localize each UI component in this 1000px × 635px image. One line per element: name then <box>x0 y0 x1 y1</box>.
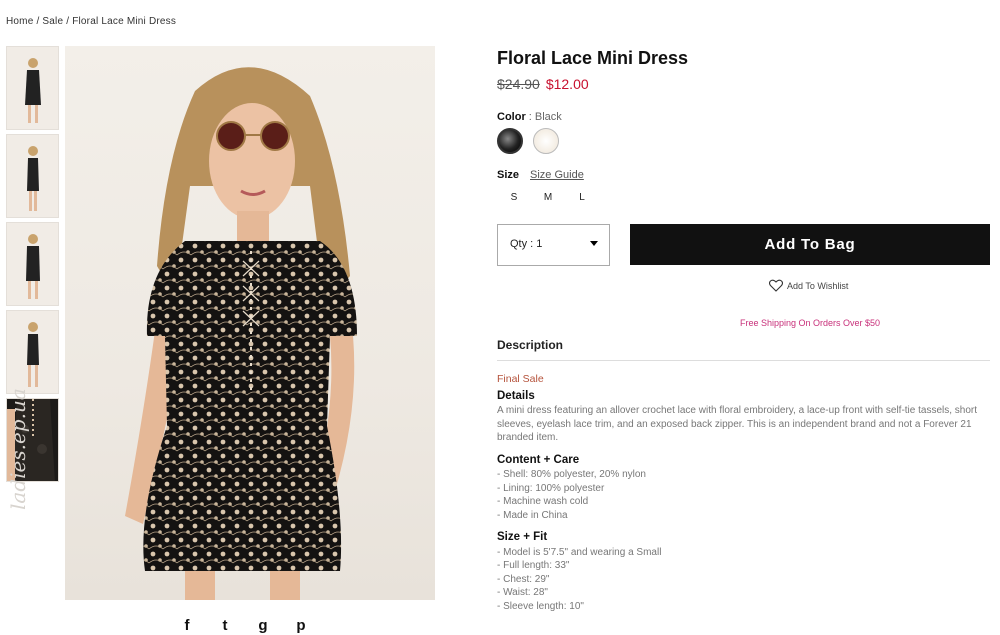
size-fit-heading: Size + Fit <box>497 531 548 543</box>
pinterest-icon[interactable]: p <box>292 617 310 635</box>
facebook-icon[interactable]: f <box>178 617 196 635</box>
chevron-down-icon <box>590 241 598 246</box>
size-fit-line: - Chest: 29" <box>497 573 550 585</box>
watermark: ladies.ep.ua <box>6 388 30 510</box>
content-care-heading: Content + Care <box>497 453 580 466</box>
content-care-section: Content + Care - Shell: 80% polyester, 2… <box>497 454 990 523</box>
color-separator: : <box>525 111 535 123</box>
size-fit-line: - Full length: 33" <box>497 560 570 571</box>
swatch-cream[interactable] <box>533 128 559 154</box>
original-price: $24.90 <box>497 76 540 92</box>
size-fit-section: Size + Fit - Model is 5'7.5" and wearing… <box>497 531 990 613</box>
thumbnail-1[interactable] <box>6 46 59 130</box>
selected-color: Black <box>534 111 562 123</box>
thumbnail-2[interactable] <box>6 134 59 218</box>
size-fit-line: - Waist: 28" <box>497 587 548 598</box>
content-line: - Lining: 100% polyester <box>497 482 605 494</box>
product-info: Floral Lace Mini Dress $24.90 $12.00 Colo… <box>497 46 990 612</box>
size-fit-line: - Sleeve length: 10" <box>497 600 584 612</box>
heart-icon <box>769 279 783 292</box>
sale-price: $12.00 <box>545 76 589 92</box>
swatch-black[interactable] <box>497 128 523 154</box>
content-line: - Shell: 80% polyester, 20% nylon <box>497 469 646 480</box>
color-label: Color <box>497 111 526 123</box>
quantity-select[interactable]: Qty : 1 <box>497 224 610 266</box>
thumbnail-4[interactable] <box>6 310 59 394</box>
add-to-wishlist-link[interactable]: Add To Wishlist <box>769 279 848 292</box>
purchase-row: Qty : 1 Add To Bag <box>497 224 990 266</box>
content-line: - Made in China <box>497 509 568 521</box>
wishlist-label: Add To Wishlist <box>787 280 849 291</box>
product-title: Floral Lace Mini Dress <box>497 48 689 68</box>
breadcrumb-current: Floral Lace Mini Dress <box>72 16 177 27</box>
size-option-m[interactable]: M <box>531 192 565 203</box>
shipping-notice: Free Shipping On Orders Over $50 <box>739 318 881 328</box>
social-share-bar: f t g p <box>178 617 310 635</box>
price: $24.90 $12.00 <box>497 76 990 92</box>
googleplus-icon[interactable]: g <box>254 617 272 635</box>
breadcrumb: Home / Sale / Floral Lace Mini Dress <box>6 16 176 27</box>
final-sale-label: Final Sale <box>497 373 544 385</box>
details-heading: Details <box>497 389 535 402</box>
breadcrumb-sale[interactable]: Sale <box>42 16 63 27</box>
breadcrumb-home[interactable]: Home <box>6 16 33 27</box>
size-label: Size <box>497 169 520 181</box>
size-guide-link[interactable]: Size Guide <box>530 169 584 181</box>
quantity-value: Qty : 1 <box>510 238 543 250</box>
color-selector: Color : Black <box>497 111 990 154</box>
size-option-l[interactable]: L <box>565 192 599 203</box>
size-fit-line: - Model is 5'7.5" and wearing a Small <box>497 546 662 558</box>
product-main-image[interactable] <box>65 46 435 600</box>
description-body: Final Sale Details A mini dress featurin… <box>497 373 990 613</box>
thumbnail-3[interactable] <box>6 222 59 306</box>
content-line: - Machine wash cold <box>497 496 589 507</box>
add-to-bag-button[interactable]: Add To Bag <box>630 224 990 265</box>
description-heading: Description <box>497 338 990 361</box>
size-option-s[interactable]: S <box>497 192 531 203</box>
twitter-icon[interactable]: t <box>216 617 234 635</box>
size-selector: Size Size Guide S M L <box>497 169 990 203</box>
breadcrumb-separator: / <box>63 16 73 27</box>
details-text: A mini dress featuring an allover croche… <box>497 405 978 443</box>
